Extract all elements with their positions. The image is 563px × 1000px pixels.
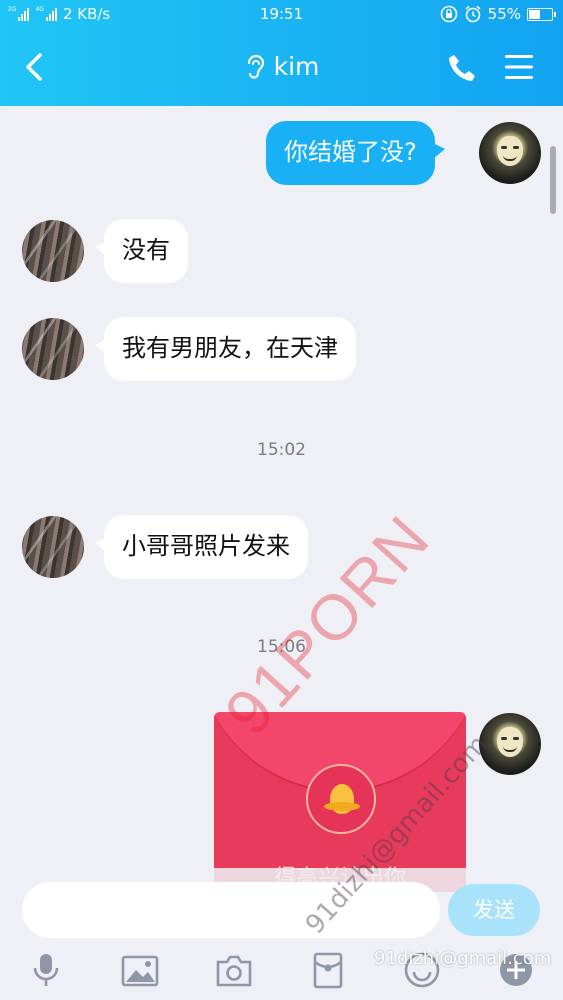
microphone-icon[interactable] [26, 950, 66, 990]
top-bar: 2G 4G 2 KB/s 19:51 55% kim [0, 0, 563, 106]
red-packet-message[interactable]: 得高兴认出你 [214, 712, 466, 892]
message-timestamp: 15:06 [257, 637, 306, 657]
phone-icon[interactable] [446, 52, 478, 84]
emoji-icon[interactable] [402, 950, 442, 990]
red-packet-icon[interactable] [308, 950, 348, 990]
message-bubble-incoming[interactable]: 小哥哥照片发来 [95, 515, 308, 579]
message-input[interactable] [22, 882, 440, 938]
image-icon[interactable] [120, 950, 160, 990]
plus-icon[interactable] [496, 950, 536, 990]
contact-avatar[interactable] [22, 318, 84, 380]
chat-title-text: kim [273, 52, 320, 81]
my-avatar[interactable] [479, 713, 541, 775]
input-toolbar [0, 950, 563, 1000]
penguin-seal-icon [306, 764, 376, 834]
chat-title[interactable]: kim [0, 52, 563, 81]
status-right: 55% [440, 5, 556, 23]
battery-icon [527, 7, 556, 21]
status-bar: 2G 4G 2 KB/s 19:51 55% [0, 0, 563, 30]
send-button[interactable]: 发送 [448, 884, 540, 936]
message-timestamp: 15:02 [257, 440, 306, 460]
my-avatar[interactable] [479, 122, 541, 184]
alarm-icon [465, 5, 481, 23]
contact-avatar[interactable] [22, 220, 84, 282]
message-bubble-outgoing[interactable]: 你结婚了没? [266, 121, 445, 185]
message-bubble-incoming[interactable]: 我有男朋友，在天津 [95, 317, 356, 381]
camera-icon[interactable] [214, 950, 254, 990]
ear-icon [247, 54, 264, 79]
chat-header: kim [0, 30, 563, 106]
battery-percent: 55% [487, 5, 521, 23]
scrollbar[interactable] [550, 146, 556, 214]
menu-icon[interactable] [504, 53, 534, 81]
contact-avatar[interactable] [22, 516, 84, 578]
input-bar: 发送 [0, 868, 563, 1000]
message-bubble-incoming[interactable]: 没有 [95, 219, 188, 283]
rotation-lock-icon [440, 5, 457, 23]
